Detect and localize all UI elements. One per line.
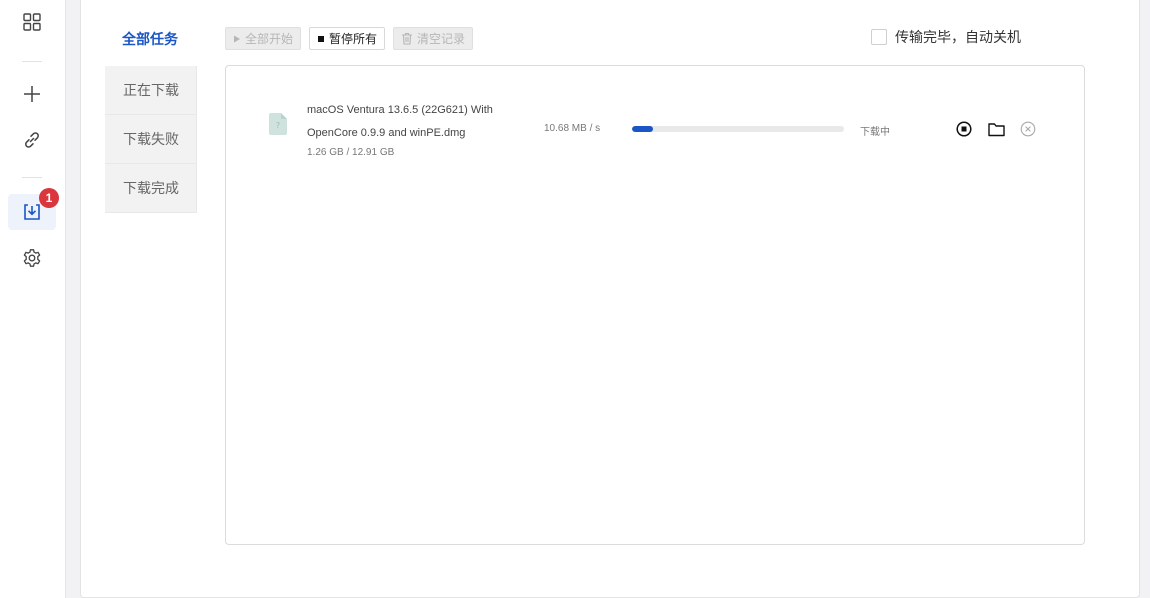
tab-completed[interactable]: 下载完成 <box>105 164 197 213</box>
download-count-badge: 1 <box>39 188 59 208</box>
file-name-line-2: OpenCore 0.9.9 and winPE.dmg <box>307 127 466 139</box>
download-list: ? macOS Ventura 13.6.5 (22G621) With Ope… <box>225 65 1085 545</box>
close-circle-icon <box>1020 121 1036 137</box>
grid-icon <box>23 13 41 31</box>
clear-records-button[interactable]: 清空记录 <box>393 27 474 50</box>
download-status: 下载中 <box>860 127 890 138</box>
task-filter-tabs: 全部任务 正在下载 下载失败 下载完成 <box>105 15 197 213</box>
start-all-label: 全部开始 <box>245 32 294 46</box>
sidebar-item-link[interactable] <box>8 122 56 158</box>
left-sidebar: 1 <box>0 0 66 598</box>
download-icon <box>24 204 40 220</box>
plus-icon <box>24 86 40 102</box>
start-all-button[interactable]: 全部开始 <box>225 27 302 50</box>
toolbar: 全部开始 暂停所有 清空记录 <box>225 27 474 50</box>
stop-icon <box>318 35 325 42</box>
auto-shutdown-label: 传输完毕，自动关机 <box>895 29 1021 45</box>
play-icon <box>234 35 240 42</box>
file-name: macOS Ventura 13.6.5 (22G621) With OpenC… <box>307 99 527 145</box>
tab-all-tasks[interactable]: 全部任务 <box>105 15 197 66</box>
delete-task-button[interactable] <box>1019 120 1037 138</box>
auto-shutdown-option[interactable]: 传输完毕，自动关机 <box>871 27 1021 47</box>
clear-records-label: 清空记录 <box>417 32 466 46</box>
sidebar-divider <box>22 177 42 178</box>
trash-icon <box>402 32 413 45</box>
pause-all-label: 暂停所有 <box>329 32 378 46</box>
link-icon <box>25 132 39 148</box>
auto-shutdown-checkbox[interactable] <box>871 29 887 45</box>
file-name-line-1: macOS Ventura 13.6.5 (22G621) With <box>307 104 493 116</box>
file-icon: ? <box>269 113 287 135</box>
sidebar-item-settings[interactable] <box>8 240 56 276</box>
folder-icon <box>987 122 1005 136</box>
stop-download-button[interactable] <box>955 120 973 138</box>
file-size: 1.26 GB / 12.91 GB <box>307 147 395 158</box>
download-speed: 10.68 MB / s <box>544 123 601 134</box>
pause-all-button[interactable]: 暂停所有 <box>309 27 386 50</box>
main-panel: 全部任务 正在下载 下载失败 下载完成 全部开始 暂停所有 清空记录 传输完毕，… <box>80 0 1140 598</box>
progress-bar <box>632 126 844 132</box>
gear-icon <box>23 249 41 267</box>
sidebar-item-downloads[interactable]: 1 <box>8 188 59 230</box>
stop-circle-icon <box>956 121 972 137</box>
sidebar-item-new-task[interactable] <box>8 76 56 112</box>
progress-fill <box>632 126 653 132</box>
svg-text:?: ? <box>276 121 280 130</box>
sidebar-item-apps[interactable] <box>8 4 56 40</box>
tab-failed[interactable]: 下载失败 <box>105 115 197 164</box>
sidebar-divider <box>22 61 42 62</box>
tab-downloading[interactable]: 正在下载 <box>105 66 197 115</box>
open-folder-button[interactable] <box>987 120 1005 138</box>
